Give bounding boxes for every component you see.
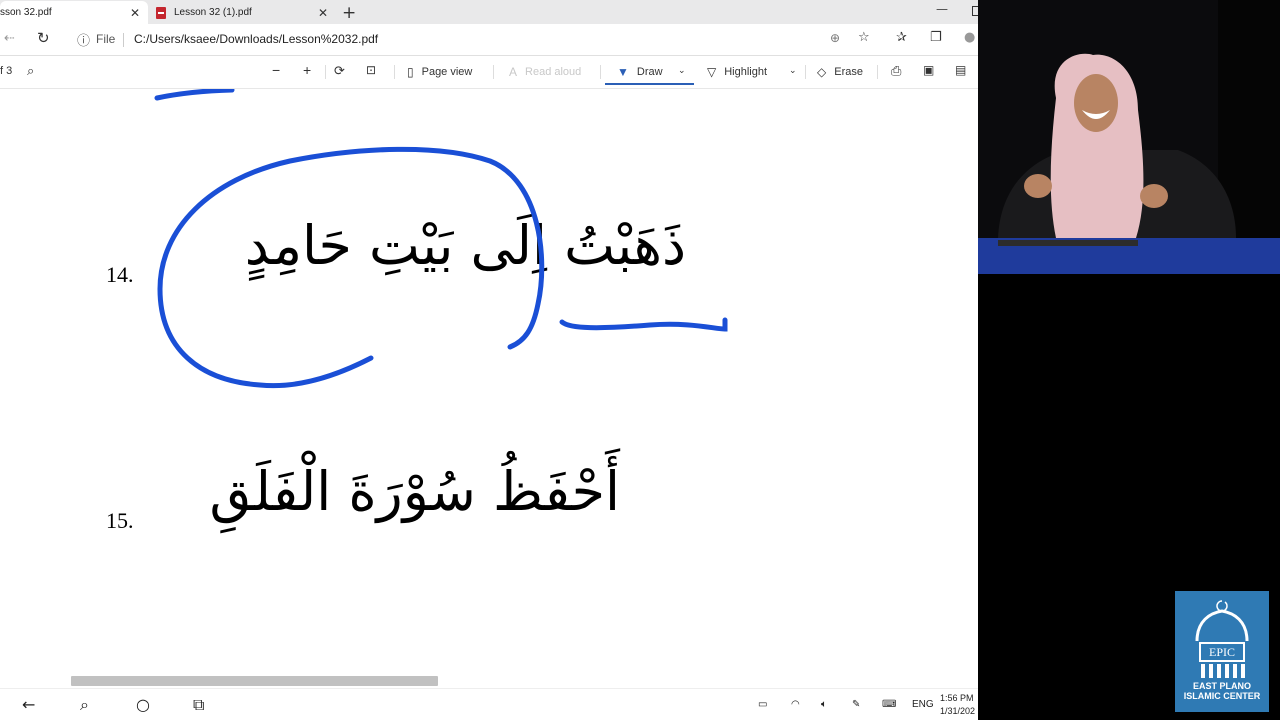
read-aloud-button[interactable]: A Read aloud <box>509 65 581 79</box>
clock[interactable]: 1:56 PM 1/31/202 <box>940 692 975 718</box>
ink-underline <box>559 317 728 332</box>
print-icon[interactable]: ⎙ <box>891 63 901 79</box>
save-as-icon[interactable]: ▤ <box>955 63 966 77</box>
info-icon[interactable]: ⓘ <box>77 30 90 49</box>
url-field[interactable]: C:/Users/ksaee/Downloads/Lesson%2032.pdf <box>134 32 378 46</box>
divider <box>877 65 878 79</box>
divider <box>394 65 395 79</box>
back-icon[interactable]: ⇠ <box>4 31 15 46</box>
language-indicator[interactable]: ENG <box>912 699 934 710</box>
page-view-button[interactable]: ▯ Page view <box>407 65 472 79</box>
highlight-icon: ▽ <box>707 65 717 79</box>
minimize-icon[interactable]: — <box>936 2 948 16</box>
save-icon[interactable]: ▣ <box>923 63 934 77</box>
close-icon[interactable]: ✕ <box>130 6 140 20</box>
wifi-icon[interactable]: ◠ <box>791 699 800 710</box>
draw-options-chevron-icon[interactable]: ⌄ <box>678 65 686 76</box>
logo-line-1: EAST PLANO <box>1192 681 1251 691</box>
divider <box>805 65 806 79</box>
ink-circle <box>157 146 545 389</box>
page-view-icon: ▯ <box>407 65 414 79</box>
draw-label: Draw <box>636 66 663 78</box>
logo-line-2: ISLAMIC CENTER <box>1183 691 1261 701</box>
back-arrow-icon[interactable]: ← <box>22 695 35 714</box>
tab-lesson-32-copy[interactable]: Lesson 32 (1).pdf ✕ <box>148 1 336 24</box>
page-count: f 3 <box>0 65 13 77</box>
divider <box>600 65 601 79</box>
read-aloud-label: Read aloud <box>525 66 582 78</box>
close-icon[interactable]: ✕ <box>318 6 328 20</box>
highlight-options-chevron-icon[interactable]: ⌄ <box>789 65 797 76</box>
pdf-page[interactable]: 14. ذَهَبْتُ اِلَى بَيْتِ حَامِدٍ 15. أَ… <box>0 89 978 681</box>
presenter-video <box>978 0 1280 274</box>
address-bar: ⇠ ↻ ⓘ File C:/Users/ksaee/Downloads/Less… <box>0 24 978 56</box>
tab-bar: sson 32.pdf ✕ Lesson 32 (1).pdf ✕ + — <box>0 0 978 24</box>
collections-icon[interactable]: ❐ <box>930 30 942 45</box>
zoom-out-icon[interactable]: − <box>272 62 280 78</box>
erase-button[interactable]: ◇ Erase <box>817 65 863 79</box>
zoom-icon[interactable]: ⊕ <box>830 31 840 45</box>
erase-label: Erase <box>834 66 863 78</box>
favorites-icon[interactable]: ✰ <box>896 30 907 45</box>
zoom-in-icon[interactable]: + <box>303 62 311 78</box>
pen-icon[interactable]: ✎ <box>852 699 860 710</box>
refresh-icon[interactable]: ↻ <box>37 29 50 47</box>
search-icon[interactable]: ⌕ <box>80 695 89 715</box>
epic-logo: EPIC EAST PLANO ISLAMIC CENTER <box>1175 591 1269 712</box>
draw-icon: ▼ <box>617 65 629 79</box>
new-tab-icon[interactable]: + <box>342 3 356 23</box>
scheme-label: File <box>96 32 116 46</box>
volume-icon[interactable]: 🔈︎ <box>821 699 827 710</box>
divider <box>493 65 494 79</box>
battery-icon[interactable]: ▭ <box>758 699 767 710</box>
horizontal-scrollbar[interactable] <box>71 676 438 686</box>
rotate-icon[interactable]: ⟳ <box>334 63 345 79</box>
active-tool-indicator <box>605 83 694 85</box>
pdf-toolbar: f 3 ⌕ − + ⟳ ⊡ ▯ Page view A Read aloud ▼ Dr… <box>0 56 978 89</box>
logo-name: EPIC <box>1208 645 1235 659</box>
read-aloud-icon: A <box>509 65 518 79</box>
tab-title: sson 32.pdf <box>0 7 52 18</box>
favorite-add-icon[interactable]: ☆ <box>858 30 870 45</box>
ink-stroke-top <box>154 89 235 101</box>
pdf-icon <box>156 6 166 19</box>
keyboard-icon[interactable]: ⌨ <box>882 699 896 710</box>
highlight-label: Highlight <box>724 66 768 78</box>
taskbar: ← ⌕ ○ ⧉ ▭ ◠ 🔈︎ ✎ ⌨ ENG 1:56 PM 1/31/202 <box>0 688 978 720</box>
tab-title: Lesson 32 (1).pdf <box>174 7 252 18</box>
ink-annotations <box>154 89 728 389</box>
divider <box>123 33 124 47</box>
clock-time: 1:56 PM <box>940 693 974 703</box>
divider <box>325 65 326 79</box>
search-icon[interactable]: ⌕ <box>27 63 34 79</box>
draw-button[interactable]: ▼ Draw <box>617 65 663 79</box>
fit-page-icon[interactable]: ⊡ <box>366 63 376 77</box>
task-view-icon[interactable]: ⧉ <box>193 695 204 715</box>
clock-date: 1/31/202 <box>940 706 976 716</box>
eraser-icon: ◇ <box>817 65 827 79</box>
tab-lesson-32[interactable]: sson 32.pdf ✕ <box>0 1 148 24</box>
highlight-button[interactable]: ▽ Highlight <box>707 65 767 79</box>
screen-share: sson 32.pdf ✕ Lesson 32 (1).pdf ✕ + — ⇠ … <box>0 0 978 720</box>
page-view-label: Page view <box>421 66 473 78</box>
presenter-figure <box>978 0 1280 274</box>
profile-icon[interactable]: ● <box>964 30 975 45</box>
cortana-icon[interactable]: ○ <box>136 695 150 714</box>
